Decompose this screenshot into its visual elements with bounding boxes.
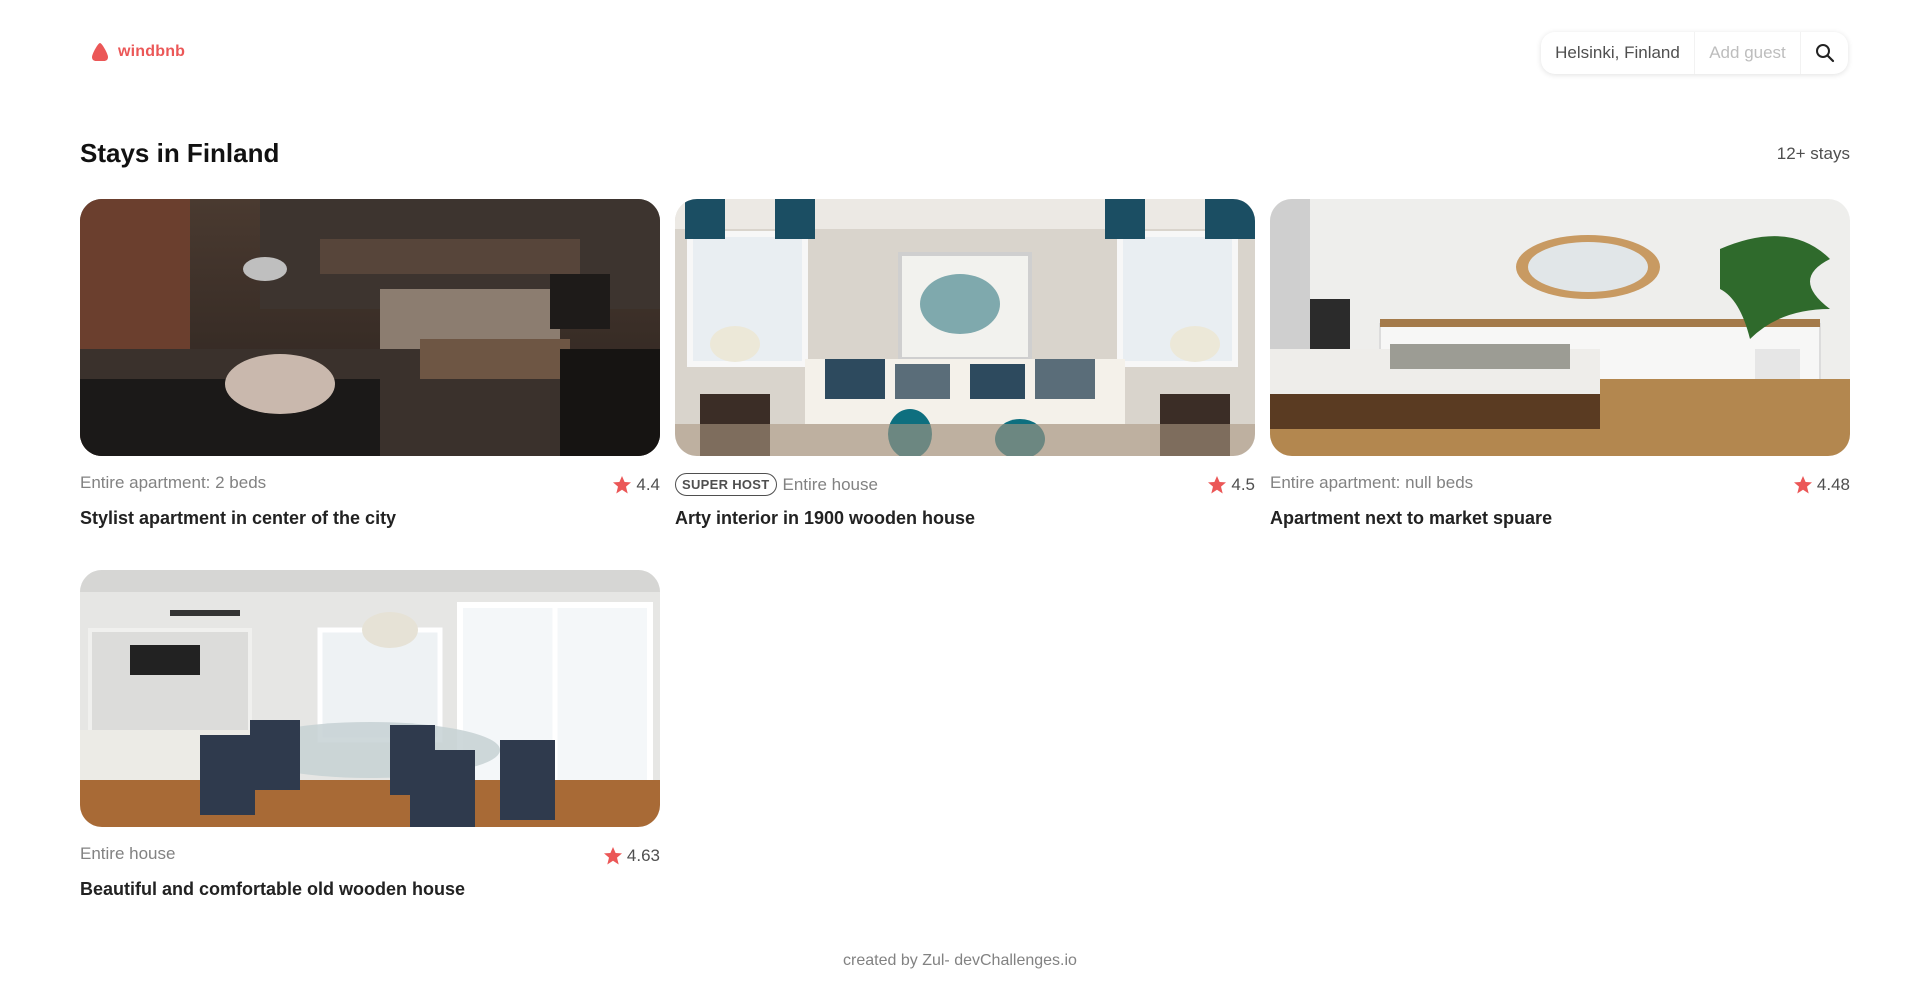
- stay-meta: Entire house 4.63: [80, 844, 660, 868]
- guest-field[interactable]: Add guest: [1695, 32, 1801, 74]
- stay-title[interactable]: Apartment next to market spuare: [1270, 508, 1552, 529]
- stay-type: Entire house: [80, 844, 175, 864]
- stay-card[interactable]: Entire apartment: null beds 4.48 Apartme…: [1270, 199, 1850, 531]
- stay-photo[interactable]: [80, 570, 660, 827]
- stay-type: Entire apartment: 2 beds: [80, 473, 266, 493]
- search-icon: [1815, 44, 1834, 63]
- stay-card[interactable]: SUPER HOST Entire house 4.5 Arty interio…: [675, 199, 1255, 531]
- stay-rating: 4.5: [1207, 475, 1255, 495]
- page-title: Stays in Finland: [80, 138, 280, 168]
- stays-grid: Entire apartment: 2 beds 4.4 Stylist apa…: [80, 199, 1850, 902]
- stay-card[interactable]: Entire apartment: 2 beds 4.4 Stylist apa…: [80, 199, 660, 531]
- location-field[interactable]: Helsinki, Finland: [1541, 32, 1695, 74]
- superhost-badge: SUPER HOST: [675, 473, 777, 496]
- brand-name: windbnb: [118, 43, 186, 60]
- stay-meta: Entire apartment: null beds 4.48: [1270, 473, 1850, 497]
- stay-type-text: Entire house: [80, 844, 176, 863]
- rating-value: 4.5: [1231, 475, 1255, 494]
- stay-card[interactable]: Entire house 4.63 Beautiful and comforta…: [80, 570, 660, 902]
- stay-rating: 4.63: [603, 846, 660, 866]
- windbnb-logo[interactable]: windbnb: [90, 42, 185, 62]
- stay-photo[interactable]: [675, 199, 1255, 456]
- footer: created by Zul- devChallenges.io: [0, 952, 1920, 970]
- star-icon: [603, 847, 622, 865]
- rating-value: 4.4: [636, 475, 660, 494]
- stay-type-text: Entire house: [782, 474, 878, 494]
- stay-type-text: Entire apartment: null beds: [1270, 473, 1474, 492]
- search-button[interactable]: [1801, 32, 1848, 74]
- stay-photo[interactable]: [80, 199, 660, 456]
- star-icon: [1208, 476, 1227, 494]
- top-header: windbnb Helsinki, Finland Add guest: [0, 0, 1920, 110]
- stay-type: SUPER HOST Entire house: [675, 473, 878, 496]
- rating-value: 4.63: [626, 846, 660, 865]
- stay-type: Entire apartment: null beds: [1270, 473, 1473, 493]
- stay-title[interactable]: Stylist apartment in center of the city: [80, 508, 396, 529]
- stay-meta: Entire apartment: 2 beds 4.4: [80, 473, 660, 497]
- stay-title[interactable]: Beautiful and comfortable old wooden hou…: [80, 879, 465, 900]
- stays-section-header: Stays in Finland 12+ stays: [80, 138, 1850, 168]
- star-icon: [613, 476, 632, 494]
- stay-photo[interactable]: [1270, 199, 1850, 456]
- stay-title[interactable]: Arty interior in 1900 wooden house: [675, 508, 975, 529]
- stay-meta: SUPER HOST Entire house 4.5: [675, 473, 1255, 497]
- star-icon: [1793, 476, 1812, 494]
- rating-value: 4.48: [1816, 475, 1850, 494]
- logo-icon: [92, 43, 108, 61]
- stay-rating: 4.48: [1793, 475, 1850, 495]
- stays-count: 12+ stays: [1776, 144, 1850, 163]
- search-bar[interactable]: Helsinki, Finland Add guest: [1541, 32, 1848, 74]
- footer-credit[interactable]: created by Zul- devChallenges.io: [843, 952, 1077, 969]
- stay-type-text: Entire apartment: 2 beds: [80, 473, 267, 492]
- stay-rating: 4.4: [612, 475, 660, 495]
